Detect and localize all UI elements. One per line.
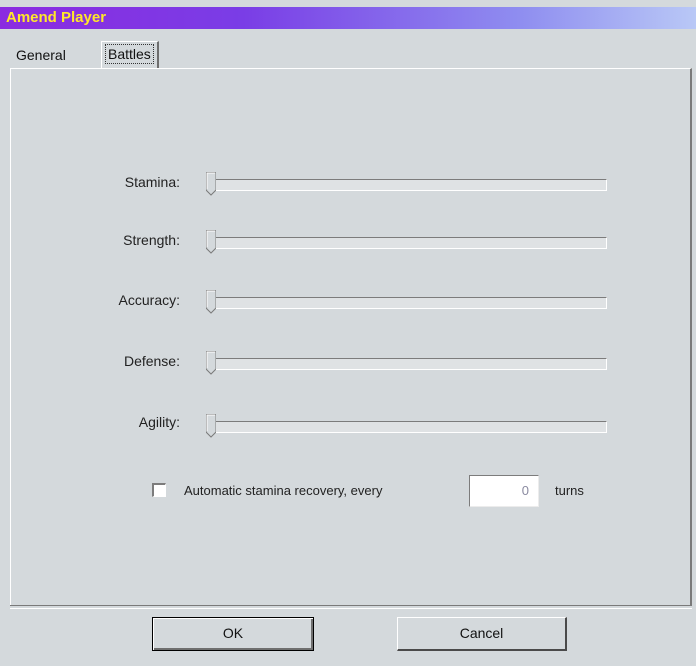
defense-slider-thumb[interactable] bbox=[206, 351, 216, 375]
accuracy-slider-thumb[interactable] bbox=[206, 290, 216, 314]
title-bar[interactable]: Amend Player bbox=[0, 7, 696, 29]
defense-slider-track[interactable] bbox=[212, 358, 607, 370]
agility-slider-track[interactable] bbox=[212, 421, 607, 433]
agility-slider-thumb[interactable] bbox=[206, 414, 216, 438]
stamina-slider-track[interactable] bbox=[212, 179, 607, 191]
window-title: Amend Player bbox=[6, 9, 107, 26]
turns-label: turns bbox=[555, 483, 584, 498]
tab-battles-label: Battles bbox=[105, 44, 154, 64]
agility-label: Agility: bbox=[138, 414, 180, 430]
footer-divider bbox=[10, 605, 692, 609]
stamina-label: Stamina: bbox=[124, 174, 180, 190]
cancel-button[interactable]: Cancel bbox=[397, 617, 567, 651]
accuracy-label: Accuracy: bbox=[118, 292, 180, 308]
tab-strip: General Battles bbox=[0, 29, 696, 71]
auto-recovery-checkbox[interactable] bbox=[152, 483, 166, 497]
recovery-turns-input[interactable]: 0 bbox=[469, 475, 539, 507]
strength-slider-track[interactable] bbox=[212, 237, 607, 249]
strength-slider-thumb[interactable] bbox=[206, 230, 216, 254]
accuracy-slider-track[interactable] bbox=[212, 297, 607, 309]
tab-general[interactable]: General bbox=[12, 43, 70, 67]
strength-label: Strength: bbox=[123, 232, 180, 248]
battles-panel bbox=[10, 68, 692, 606]
tab-battles[interactable]: Battles bbox=[101, 41, 159, 69]
stamina-slider-thumb[interactable] bbox=[206, 172, 216, 196]
amend-player-dialog: Amend Player General Battles Stamina: St… bbox=[0, 0, 696, 666]
defense-label: Defense: bbox=[123, 353, 180, 369]
auto-recovery-label: Automatic stamina recovery, every bbox=[184, 483, 383, 498]
ok-button[interactable]: OK bbox=[152, 617, 314, 651]
